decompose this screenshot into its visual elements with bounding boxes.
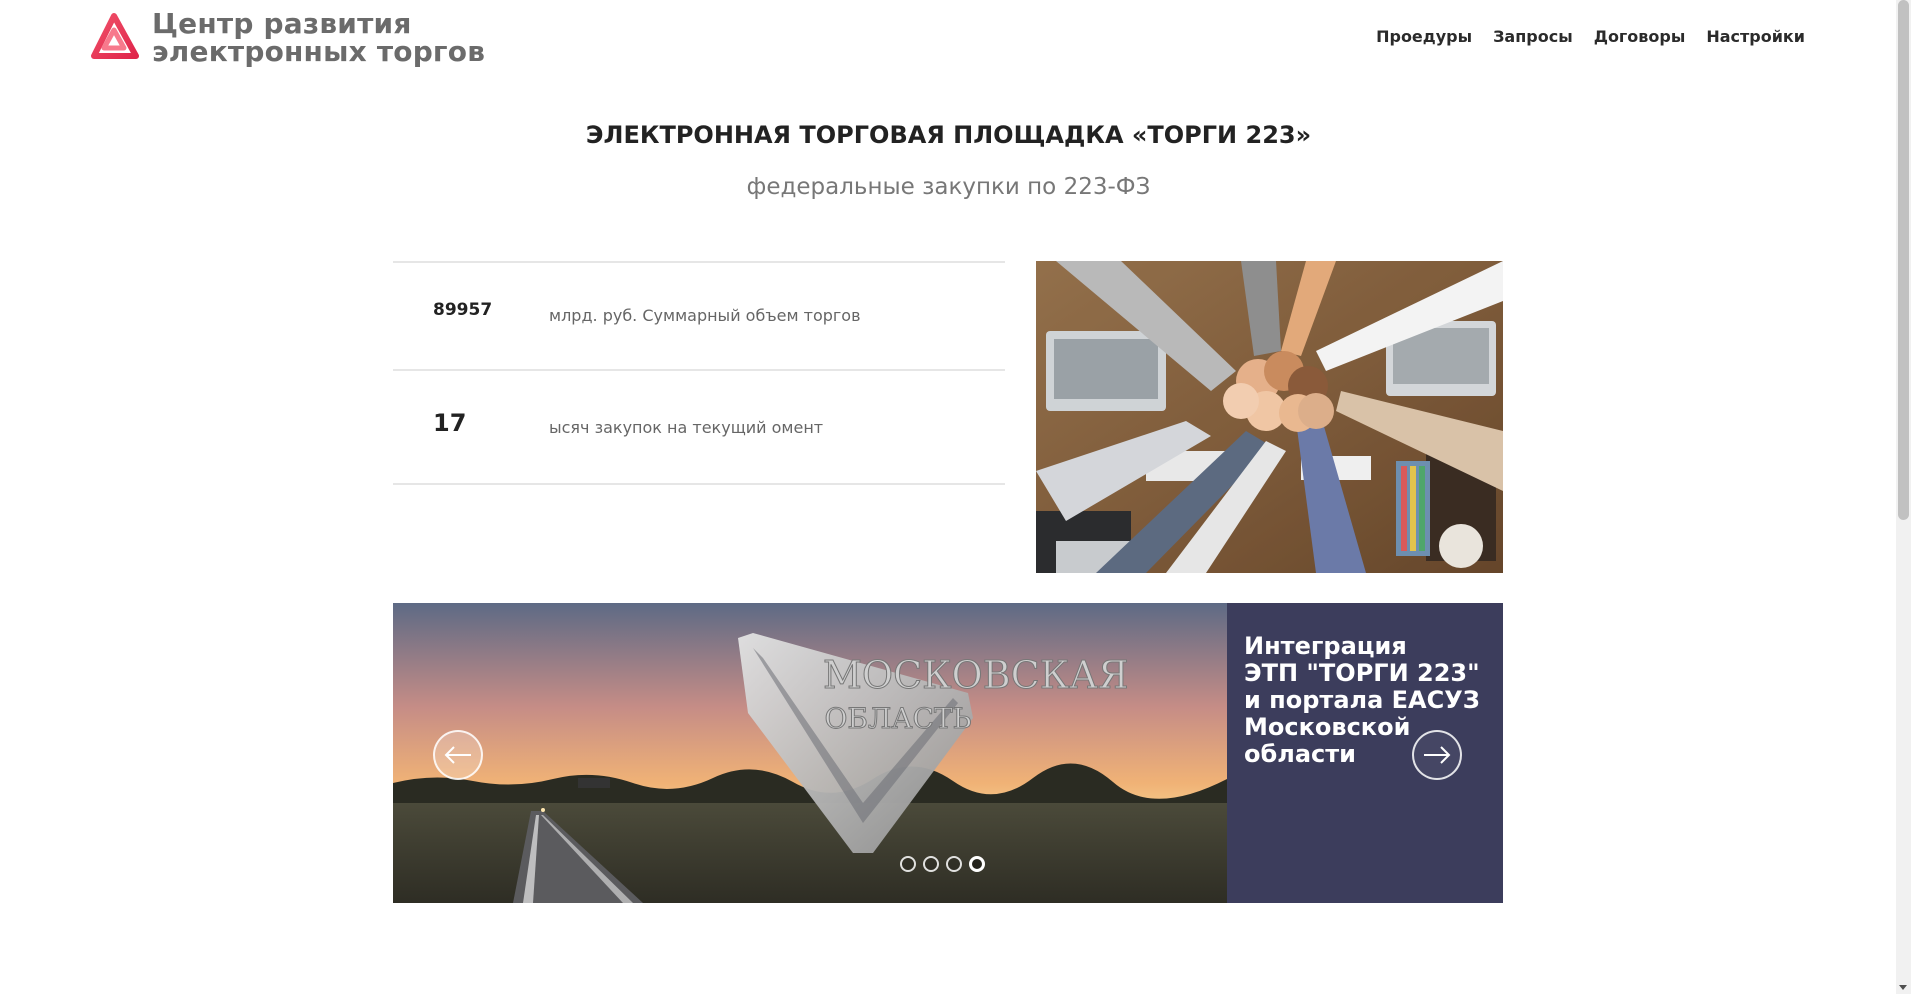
- slide-image: МОСКОВСКАЯ ОБЛАСТЬ: [393, 603, 1227, 903]
- slider-dots: [900, 856, 985, 872]
- news-slider: МОСКОВСКАЯ ОБЛАСТЬ Интеграция ЭТП "ТОРГИ…: [393, 603, 1503, 903]
- nav-item-settings[interactable]: Настройки: [1706, 27, 1805, 46]
- stat-label: ысяч закупок на текущий омент: [549, 418, 824, 437]
- stat-value: 17: [433, 409, 467, 437]
- scroll-down-arrow-icon[interactable]: [1899, 985, 1907, 990]
- stats-table: 89957 млрд. руб. Суммарный объем торгов …: [393, 261, 1005, 485]
- site-logo[interactable]: Центр развития электронных торгов: [88, 10, 485, 66]
- triangle-logo-icon: [91, 13, 139, 59]
- slider-dot-3[interactable]: [946, 856, 962, 872]
- page-title: ЭЛЕКТРОННАЯ ТОРГОВАЯ ПЛОЩАДКА «ТОРГИ 223…: [585, 121, 1312, 149]
- slide-caption: Интеграция ЭТП "ТОРГИ 223" и портала ЕАС…: [1244, 632, 1480, 768]
- page-subtitle: федеральные закупки по 223-ФЗ: [746, 174, 1151, 200]
- sign-line2: ОБЛАСТЬ: [824, 702, 971, 735]
- arrow-right-icon: [1424, 746, 1451, 764]
- teamwork-photo: [1036, 261, 1503, 573]
- stat-row: 89957 млрд. руб. Суммарный объем торгов: [393, 261, 1005, 369]
- logo-text-line1: Центр развития: [152, 7, 412, 40]
- stat-value: 89957: [433, 300, 493, 320]
- slider-dot-4[interactable]: [969, 856, 985, 872]
- nav-item-contracts[interactable]: Договоры: [1594, 27, 1686, 46]
- sign-line1: МОСКОВСКАЯ: [823, 653, 1129, 697]
- stat-row: 17 ысяч закупок на текущий омент: [393, 369, 1005, 485]
- arrow-left-icon: [444, 746, 471, 764]
- main-nav: Проедуры Запросы Договоры Настройки: [1376, 27, 1805, 46]
- page-scrollbar[interactable]: [1896, 0, 1911, 994]
- slider-dot-2[interactable]: [923, 856, 939, 872]
- slider-next-button[interactable]: [1412, 730, 1462, 780]
- slider-dot-1[interactable]: [900, 856, 916, 872]
- nav-item-procedures[interactable]: Проедуры: [1376, 27, 1472, 46]
- nav-item-requests[interactable]: Запросы: [1493, 27, 1573, 46]
- scrollbar-thumb[interactable]: [1898, 0, 1909, 520]
- stat-label: млрд. руб. Суммарный объем торгов: [549, 306, 861, 325]
- logo-text-line2: электронных торгов: [152, 35, 486, 68]
- slider-prev-button[interactable]: [433, 730, 483, 780]
- logo-text: Центр развития электронных торгов: [152, 10, 485, 66]
